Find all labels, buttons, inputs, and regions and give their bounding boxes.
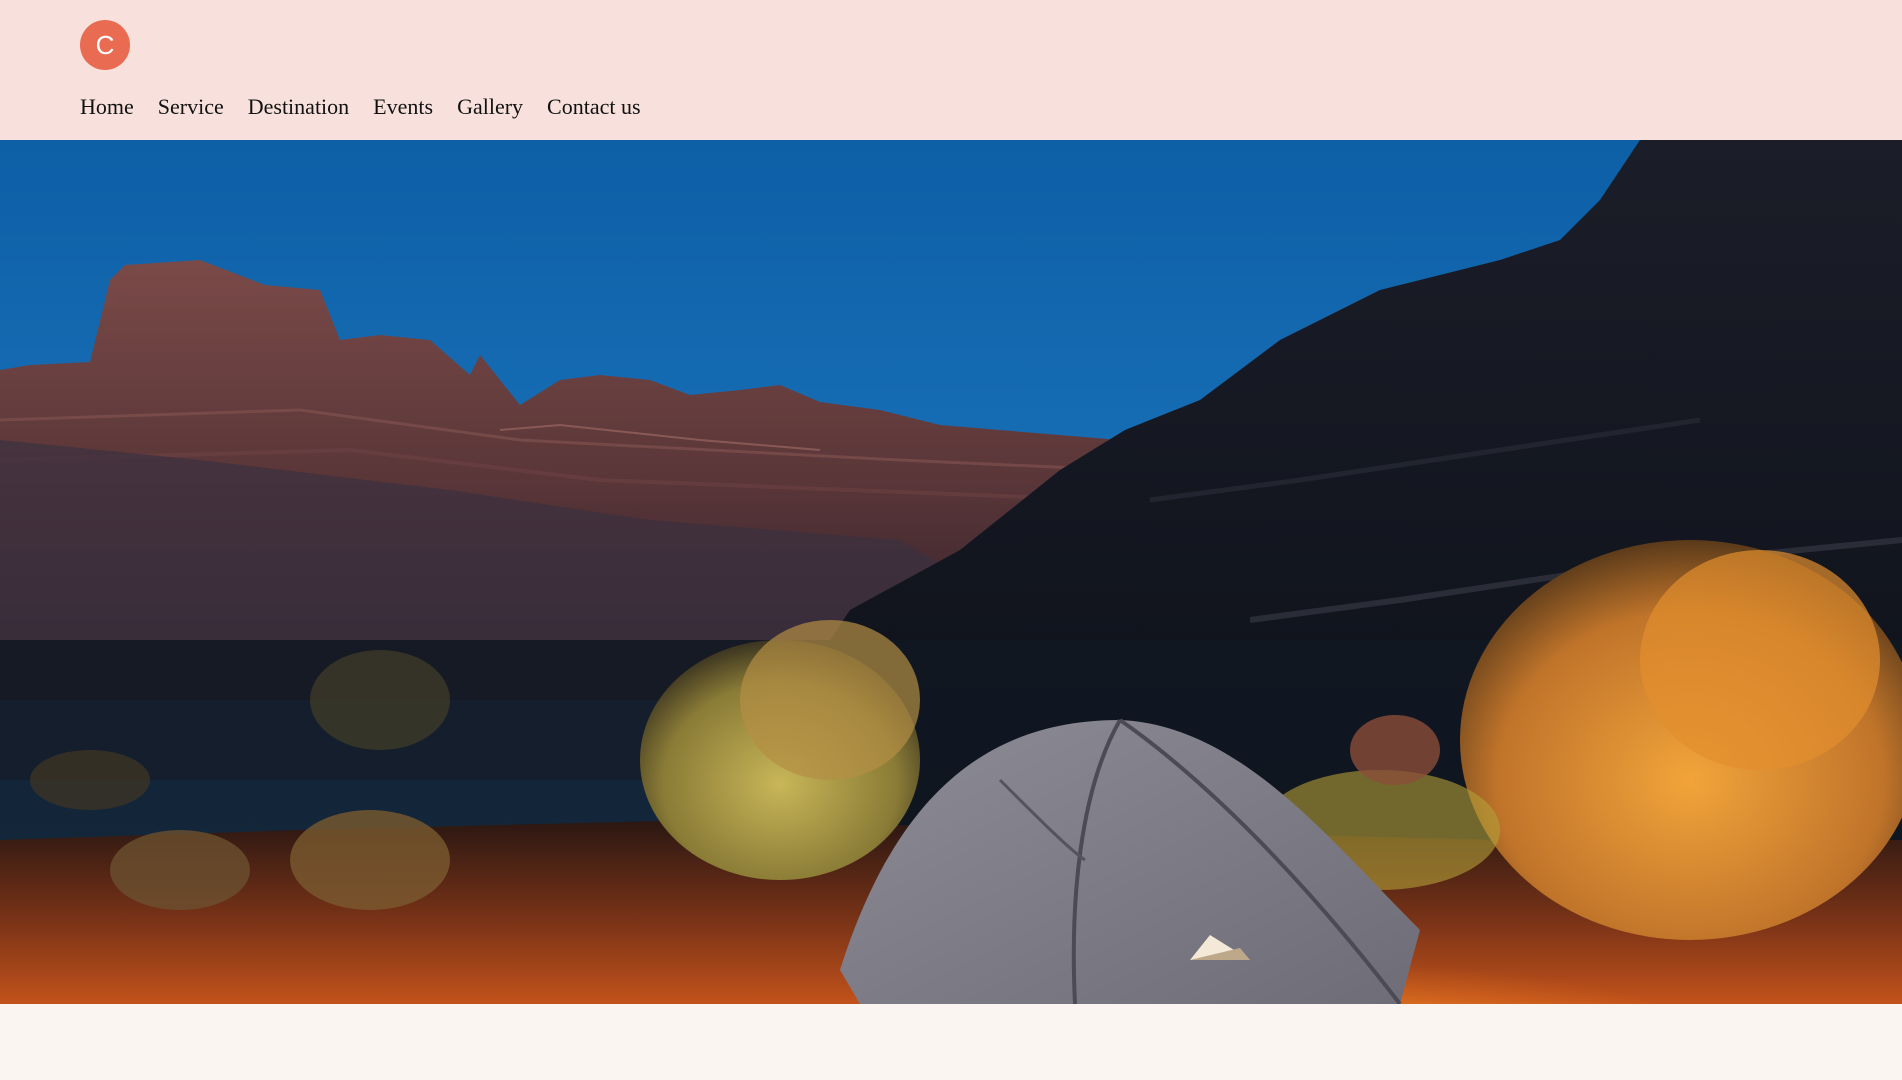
main-nav: Home Service Destination Events Gallery … [80, 92, 641, 122]
nav-item-contact-us[interactable]: Contact us [547, 92, 641, 122]
nav-item-gallery[interactable]: Gallery [457, 92, 523, 122]
nav-item-home[interactable]: Home [80, 92, 134, 122]
site-header: C Home Service Destination Events Galler… [0, 0, 1902, 140]
logo-icon[interactable]: C [80, 20, 130, 70]
hero-image [0, 140, 1902, 1004]
nav-item-destination[interactable]: Destination [248, 92, 349, 122]
page-body [0, 1004, 1902, 1080]
nav-item-events[interactable]: Events [373, 92, 433, 122]
nav-item-service[interactable]: Service [158, 92, 224, 122]
camping-scene-icon [0, 140, 1902, 1004]
